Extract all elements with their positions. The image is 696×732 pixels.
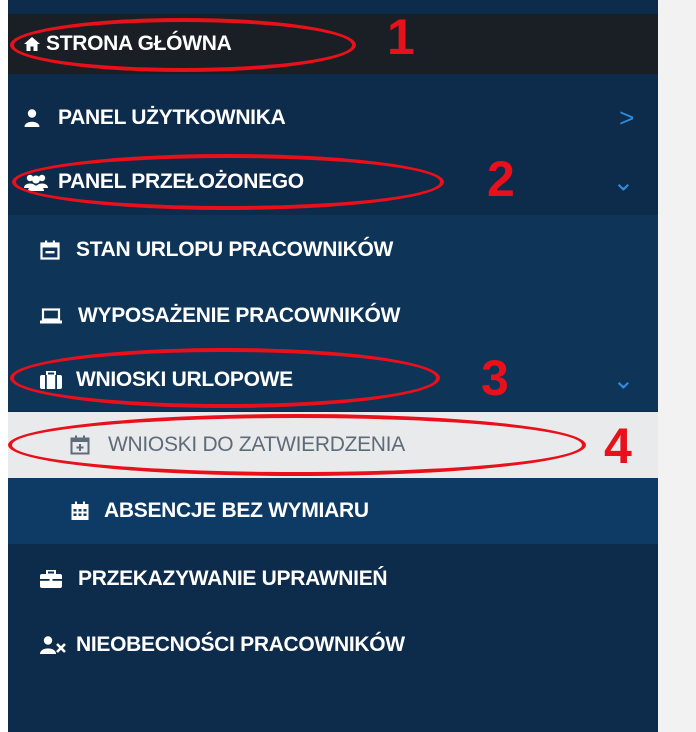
menu-item-permissions[interactable]: PRZEKAZYWANIE UPRAWNIEŃ [8, 546, 658, 612]
menu-item-label: NIEOBECNOŚCI PRACOWNIKÓW [76, 633, 405, 656]
annotation-number-4: 4 [604, 418, 632, 474]
calendar-icon [40, 240, 60, 260]
user-icon [24, 109, 40, 127]
chevron-right-icon: > [619, 102, 634, 133]
home-icon [24, 37, 40, 51]
calendar-grid-icon [70, 501, 90, 521]
menu-item-label: PANEL PRZEŁOŻONEGO [58, 170, 304, 193]
user-times-icon [40, 636, 66, 654]
menu-item-label: STRONA GŁÓWNA [46, 32, 232, 55]
chevron-down-icon: ⌄ [612, 364, 635, 395]
menu-item-absences[interactable]: ABSENCJE BEZ WYMIARU [8, 478, 658, 544]
menu-item-employee-absences[interactable]: NIEOBECNOŚCI PRACOWNIKÓW [8, 612, 658, 678]
menu-item-pending-requests[interactable]: WNIOSKI DO ZATWIERDZENIA [8, 412, 658, 478]
annotation-number-2: 2 [487, 151, 515, 207]
menu-item-label: PRZEKAZYWANIE UPRAWNIEŃ [78, 567, 388, 590]
menu-item-label: ABSENCJE BEZ WYMIARU [104, 499, 369, 522]
menu-item-label: WNIOSKI DO ZATWIERDZENIA [108, 433, 405, 456]
chevron-down-icon: ⌄ [612, 166, 635, 197]
menu-item-supervisor-panel[interactable]: PANEL PRZEŁOŻONEGO ⌄ [8, 152, 658, 212]
content-area [658, 0, 696, 732]
users-icon [24, 173, 48, 191]
menu-item-label: WYPOSAŻENIE PRACOWNIKÓW [78, 304, 401, 327]
briefcase-icon [40, 570, 62, 588]
annotation-number-1: 1 [387, 9, 415, 65]
laptop-icon [40, 308, 62, 324]
menu-item-user-panel[interactable]: PANEL UŻYTKOWNIKA > [8, 88, 658, 148]
calendar-plus-icon [70, 435, 90, 455]
menu-item-home[interactable]: STRONA GŁÓWNA [8, 14, 658, 74]
menu-item-label: WNIOSKI URLOPOWE [76, 368, 293, 391]
menu-item-label: STAN URLOPU PRACOWNIKÓW [76, 238, 394, 261]
menu-item-leave-status[interactable]: STAN URLOPU PRACOWNIKÓW [8, 218, 658, 282]
annotation-number-3: 3 [481, 350, 509, 406]
menu-item-leave-requests[interactable]: WNIOSKI URLOPOWE ⌄ [8, 348, 658, 412]
menu-item-label: PANEL UŻYTKOWNIKA [58, 106, 286, 129]
suitcase-icon [40, 371, 62, 389]
menu-item-equipment[interactable]: WYPOSAŻENIE PRACOWNIKÓW [8, 284, 658, 348]
